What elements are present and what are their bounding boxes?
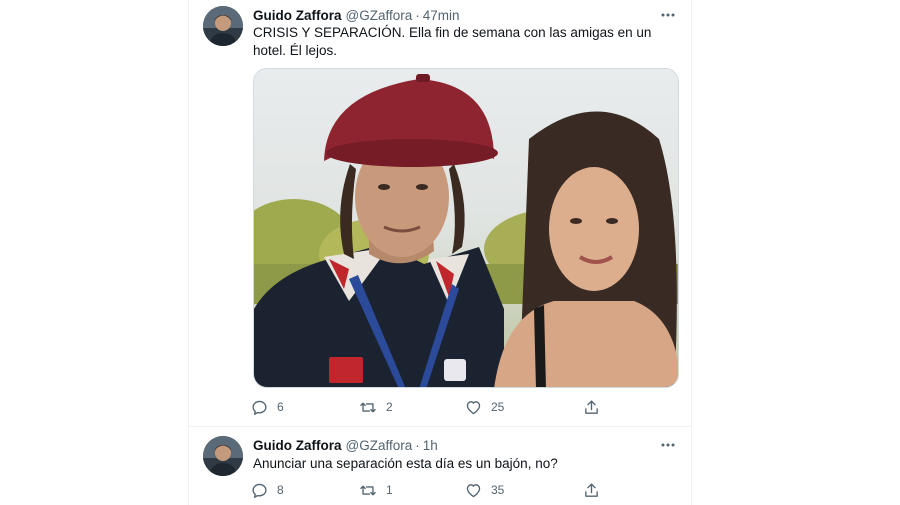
heart-icon bbox=[466, 400, 481, 414]
tweet-header: Guido Zaffora @GZaffora · 47min bbox=[253, 6, 460, 24]
separator-dot: · bbox=[415, 437, 420, 453]
tweet[interactable]: Guido Zaffora @GZaffora · 47min CRISIS Y… bbox=[189, 0, 691, 427]
separator-dot: · bbox=[415, 7, 420, 23]
avatar[interactable] bbox=[203, 6, 243, 46]
heart-icon bbox=[466, 483, 481, 497]
reply-icon bbox=[252, 400, 267, 415]
reply-icon bbox=[252, 483, 267, 498]
retweet-icon bbox=[360, 402, 376, 412]
tweet-text: Anunciar una separación esta día es un b… bbox=[253, 456, 558, 471]
retweet-icon bbox=[360, 485, 376, 495]
author-name[interactable]: Guido Zaffora bbox=[253, 438, 342, 453]
reply-button[interactable]: 6 bbox=[251, 397, 284, 417]
tweet-header: Guido Zaffora @GZaffora · 1h bbox=[253, 436, 438, 454]
tweet[interactable]: Guido Zaffora @GZaffora · 1h Anunciar un… bbox=[189, 428, 691, 505]
reply-count: 6 bbox=[277, 400, 284, 414]
retweet-button[interactable]: 1 bbox=[359, 480, 393, 500]
like-button[interactable]: 35 bbox=[465, 480, 504, 500]
tweet-photo[interactable] bbox=[253, 68, 679, 388]
like-count: 25 bbox=[491, 400, 505, 414]
tweet-text: CRISIS Y SEPARACIÓN. Ella fin de semana … bbox=[253, 25, 652, 58]
author-handle[interactable]: @GZaffora bbox=[346, 8, 413, 23]
tweet-timestamp[interactable]: 47min bbox=[423, 8, 460, 23]
more-options-icon[interactable] bbox=[659, 6, 677, 24]
retweet-button[interactable]: 2 bbox=[359, 397, 393, 417]
reply-count: 8 bbox=[277, 483, 284, 497]
share-button[interactable] bbox=[583, 480, 600, 500]
retweet-count: 1 bbox=[386, 483, 393, 497]
like-button[interactable]: 25 bbox=[465, 397, 504, 417]
author-handle[interactable]: @GZaffora bbox=[346, 438, 413, 453]
tweet-timeline: Guido Zaffora @GZaffora · 47min CRISIS Y… bbox=[188, 0, 692, 505]
author-name[interactable]: Guido Zaffora bbox=[253, 8, 342, 23]
share-icon bbox=[585, 482, 598, 497]
retweet-count: 2 bbox=[386, 400, 393, 414]
reply-button[interactable]: 8 bbox=[251, 480, 284, 500]
share-button[interactable] bbox=[583, 397, 600, 417]
share-icon bbox=[585, 399, 598, 414]
tweet-actions: 8 1 35 bbox=[251, 480, 611, 500]
more-options-icon[interactable] bbox=[659, 436, 677, 454]
like-count: 35 bbox=[491, 483, 505, 497]
tweet-timestamp[interactable]: 1h bbox=[423, 438, 438, 453]
tweet-actions: 6 2 25 bbox=[251, 397, 611, 417]
avatar[interactable] bbox=[203, 436, 243, 476]
